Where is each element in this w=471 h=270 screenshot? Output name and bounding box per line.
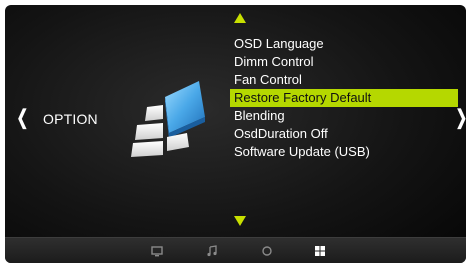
menu-item-dimm-control[interactable]: Dimm Control [230, 53, 458, 71]
scroll-down-arrow-icon[interactable] [234, 216, 246, 226]
menu-item-blending[interactable]: Blending [230, 107, 458, 125]
menu-item-software-update[interactable]: Software Update (USB) [230, 143, 458, 161]
picture-icon[interactable] [150, 244, 164, 258]
menu-item-osd-language[interactable]: OSD Language [230, 35, 458, 53]
tv-osd-screen: ❮ OPTION OSD Language Dimm Control Fan C… [5, 5, 466, 263]
option-grid-icon[interactable] [313, 244, 327, 258]
option-menu: OSD Language Dimm Control Fan Control Re… [230, 35, 458, 161]
next-section-arrow[interactable]: ❯ [456, 108, 466, 128]
menu-item-fan-control[interactable]: Fan Control [230, 71, 458, 89]
circle-icon[interactable] [260, 244, 274, 258]
scroll-up-arrow-icon[interactable] [234, 13, 246, 23]
music-icon[interactable] [205, 244, 219, 258]
option-icon [131, 81, 205, 157]
menu-item-osd-duration[interactable]: OsdDuration Off [230, 125, 458, 143]
section-title: OPTION [43, 111, 98, 127]
bottom-menu-bar [5, 237, 466, 263]
menu-item-restore-factory-default[interactable]: Restore Factory Default [230, 89, 458, 107]
previous-section-arrow[interactable]: ❮ [17, 108, 29, 128]
